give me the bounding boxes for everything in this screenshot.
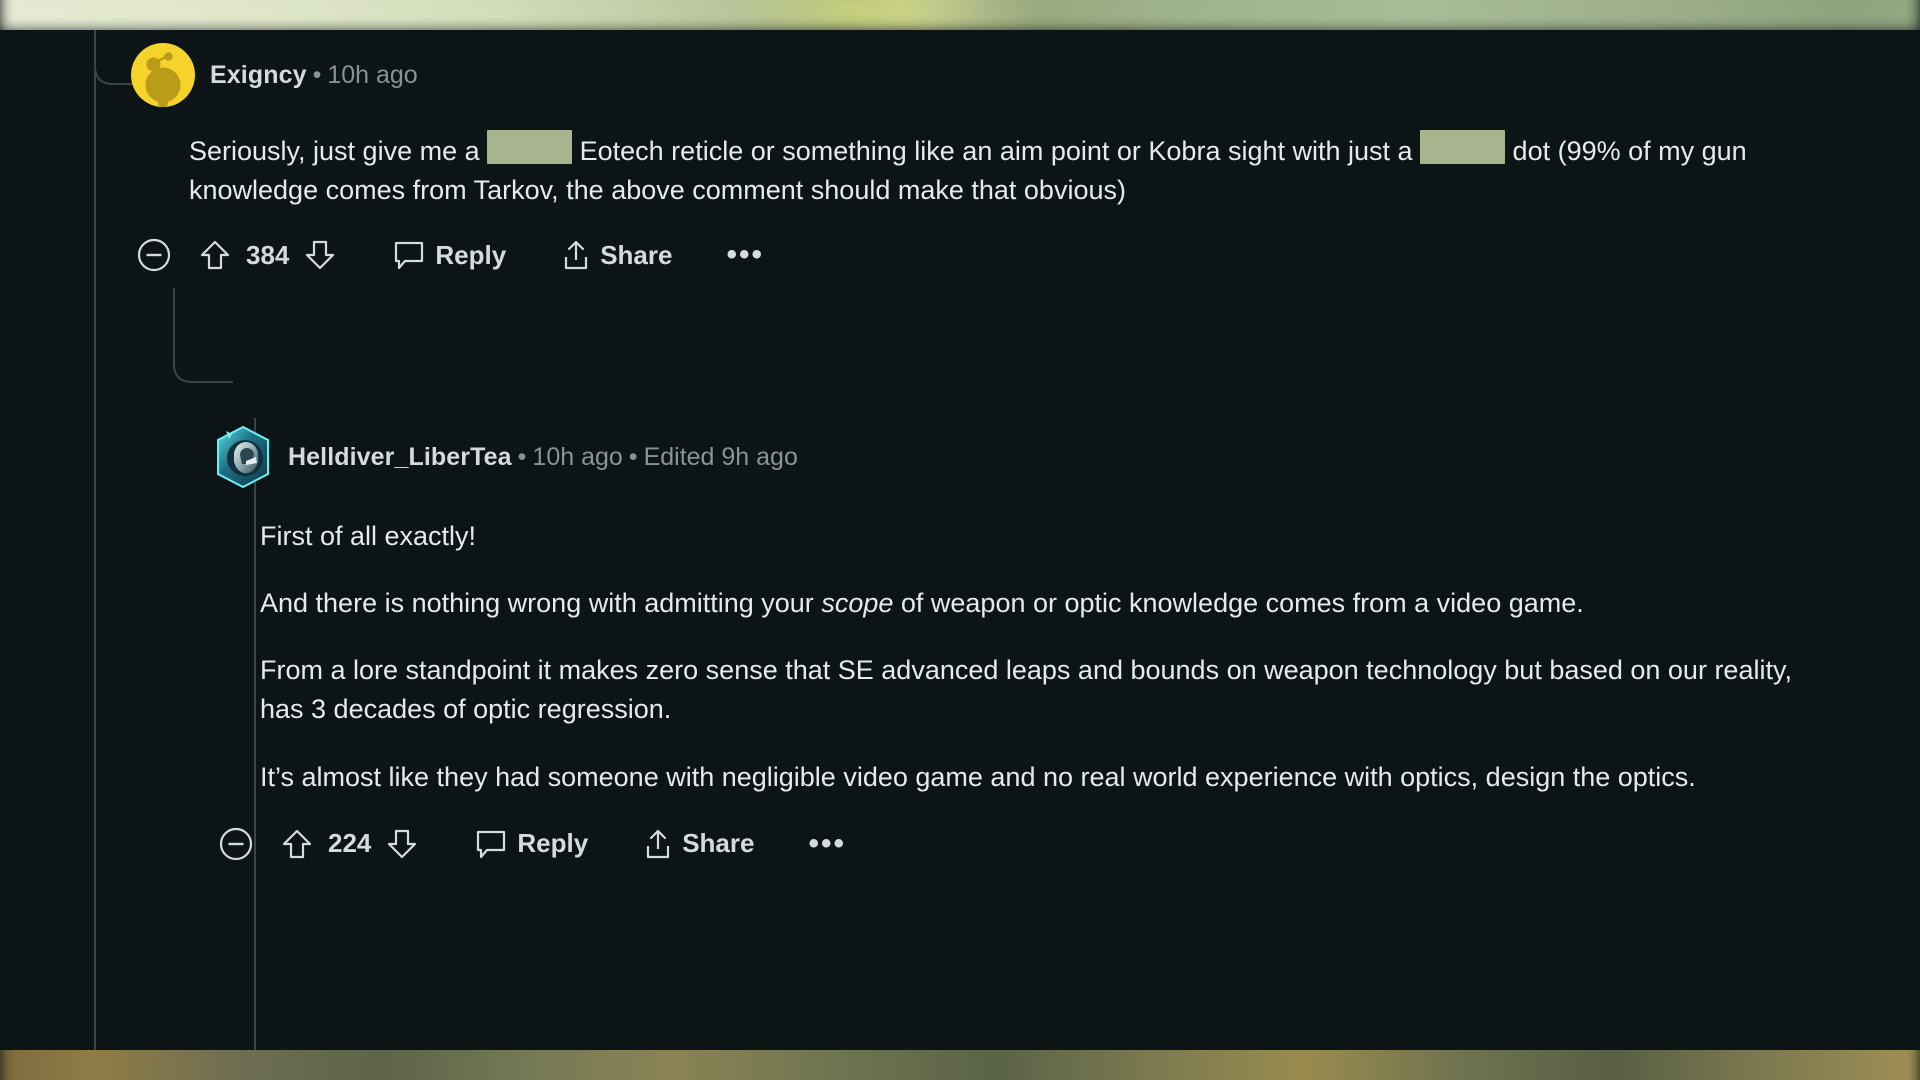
- comment-timestamp: 10h ago: [327, 60, 418, 89]
- share-label: Share: [600, 239, 673, 270]
- comment-header: Exigncy • 10h ago: [130, 42, 1890, 108]
- comment-paragraph: It’s almost like they had someone with n…: [260, 758, 1820, 797]
- comment-paragraph: From a lore standpoint it makes zero sen…: [260, 651, 1820, 729]
- comment-body: First of all exactly! And there is nothi…: [260, 517, 1820, 797]
- body-text-segment: Eotech reticle or something like an aim …: [572, 136, 1421, 166]
- comment-paragraph: Seriously, just give me a Eotech reticle…: [189, 130, 1829, 210]
- header-separator: •: [517, 442, 527, 471]
- share-icon: [644, 828, 672, 860]
- share-icon: [562, 239, 590, 271]
- comment-paragraph: And there is nothing wrong with admittin…: [260, 584, 1820, 623]
- body-italic-segment: scope: [821, 588, 894, 619]
- comment-paragraph: First of all exactly!: [260, 517, 1820, 556]
- comment-timestamp: 10h ago: [532, 442, 623, 471]
- upvote-button[interactable]: [276, 828, 318, 860]
- comment-bubble-icon: [393, 240, 425, 270]
- screenshot-root: Exigncy • 10h ago Seriously, just give me …: [0, 0, 1920, 1080]
- body-text-segment: First of all exactly!: [260, 521, 477, 551]
- comment-thread-panel: Exigncy • 10h ago Seriously, just give me …: [0, 30, 1920, 1050]
- reply-button[interactable]: Reply: [475, 828, 588, 859]
- more-options-button[interactable]: •••: [808, 828, 846, 858]
- vote-score: 224: [328, 828, 372, 859]
- share-button[interactable]: Share: [562, 239, 672, 271]
- body-text-segment: And there is nothing wrong with admittin…: [260, 588, 822, 619]
- comment-author-name[interactable]: Helldiver_LiberTea: [288, 443, 512, 471]
- body-text-segment: Seriously, just give me a: [189, 136, 488, 166]
- vote-group: 384: [194, 239, 341, 271]
- downvote-button[interactable]: [299, 239, 341, 271]
- collapse-thread-button[interactable]: [206, 827, 266, 861]
- reply-label: Reply: [517, 828, 589, 859]
- body-text-segment: It’s almost like they had someone with n…: [260, 761, 1696, 792]
- comment-author-name[interactable]: Exigncy: [210, 61, 307, 89]
- thread-rail-level1[interactable]: [173, 288, 175, 350]
- header-separator: •: [312, 60, 322, 89]
- share-label: Share: [682, 828, 755, 859]
- background-top-blur: [0, 0, 1920, 32]
- body-text-segment: of weapon or optic knowledge comes from …: [893, 588, 1584, 619]
- comment-edited-label: Edited 9h ago: [643, 442, 798, 471]
- comment-body: Seriously, just give me a Eotech reticle…: [189, 130, 1829, 210]
- upvote-button[interactable]: [194, 239, 236, 271]
- redaction-box: [1420, 130, 1506, 164]
- redaction-box: [487, 130, 573, 164]
- header-separator-2: •: [628, 442, 638, 471]
- downvote-button[interactable]: [381, 828, 423, 860]
- more-options-button[interactable]: •••: [726, 240, 764, 270]
- share-button[interactable]: Share: [644, 828, 754, 860]
- thread-curve-level1: [173, 346, 233, 383]
- body-text-segment: From a lore standpoint it makes zero sen…: [260, 655, 1792, 725]
- collapse-thread-button[interactable]: [124, 238, 184, 272]
- comment-nested-reply: Helldiver_LiberTea • 10h ago • Edited 9h ago…: [212, 425, 1902, 861]
- thread-rail-root[interactable]: [94, 30, 96, 1050]
- comment-action-bar: 224 Reply Share •••: [206, 827, 1902, 861]
- reply-button[interactable]: Reply: [393, 240, 506, 271]
- comment-top-level: Exigncy • 10h ago Seriously, just give me …: [130, 42, 1890, 272]
- vote-group: 224: [276, 828, 423, 860]
- vote-score: 384: [246, 239, 290, 270]
- reply-label: Reply: [435, 239, 507, 270]
- comment-bubble-icon: [475, 829, 507, 859]
- comment-action-bar: 384 Reply Share •••: [124, 238, 1890, 272]
- helldivers-helmet-avatar[interactable]: [212, 425, 274, 489]
- comment-header: Helldiver_LiberTea • 10h ago • Edited 9h ago: [212, 425, 1902, 489]
- reddit-snoo-avatar[interactable]: [130, 42, 196, 108]
